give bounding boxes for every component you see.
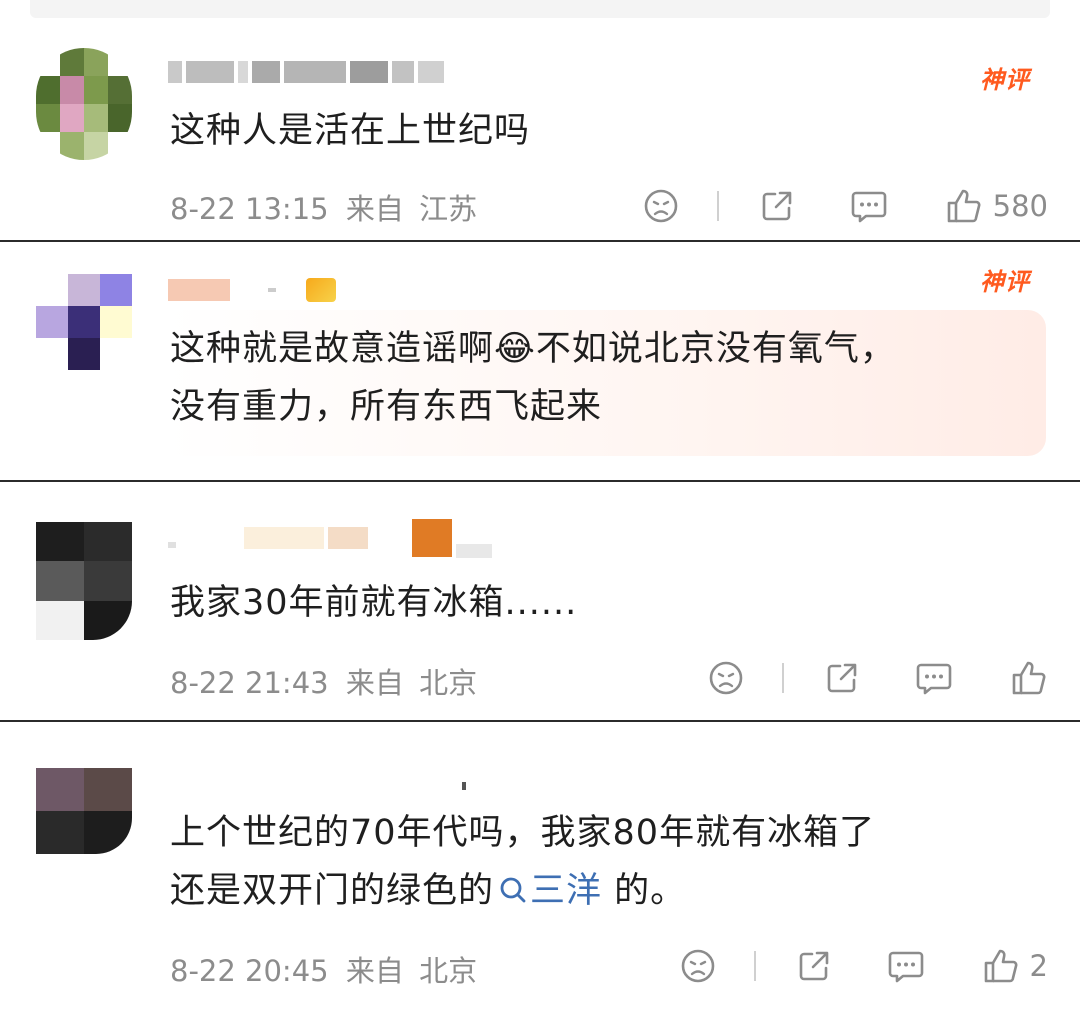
dislike-face-icon	[644, 189, 677, 223]
share-button[interactable]	[822, 660, 862, 696]
share-button[interactable]	[794, 948, 834, 984]
thumb-up-icon	[984, 949, 1018, 983]
like-count: 580	[992, 189, 1048, 223]
comment-date: 8-22 20:45	[170, 954, 329, 988]
dislike-button[interactable]	[641, 188, 681, 224]
separator	[782, 663, 784, 693]
comment-1: 神评 这种人是活在上世纪吗 8-22 13:15 来自 江苏 580	[0, 20, 1080, 240]
comment-text: 我家30年前就有冰箱......	[170, 583, 578, 623]
comment-actions: 2	[678, 946, 1048, 986]
comment-actions	[706, 658, 1048, 698]
comment-text: 上个世纪的70年代吗，我家80年就有冰箱了 还是双开门的绿色的 三洋 的。	[170, 813, 876, 911]
share-icon	[799, 951, 828, 981]
avatar[interactable]	[36, 48, 132, 160]
previous-item-edge	[30, 0, 1050, 18]
comment-text: 这种就是故意造谣啊😂不如说北京没有氧气， 没有重力，所有东西飞起来	[170, 329, 896, 427]
avatar[interactable]	[36, 522, 132, 640]
like-button[interactable]: 580	[945, 187, 1048, 225]
top-edge	[0, 0, 1080, 20]
location: 江苏	[419, 192, 478, 226]
comment-meta: 8-22 20:45 来自 北京	[170, 948, 477, 990]
comment-4: 上个世纪的70年代吗，我家80年就有冰箱了 还是双开门的绿色的 三洋 的。 8-2…	[0, 722, 1080, 1009]
from-label: 来自	[345, 192, 404, 226]
hot-comment-badge: 神评	[980, 66, 1030, 94]
level-badge-icon	[306, 278, 336, 302]
username-blurred[interactable]	[168, 60, 444, 84]
reply-button[interactable]	[849, 188, 889, 224]
dislike-button[interactable]	[678, 948, 718, 984]
comment-meta: 8-22 13:15 来自 江苏	[170, 186, 477, 228]
reply-comment-icon	[916, 663, 952, 695]
from-label: 来自	[345, 954, 404, 988]
comment-date: 8-22 13:15	[170, 192, 329, 226]
reply-comment-icon	[851, 191, 886, 223]
username-blurred[interactable]	[168, 774, 466, 798]
reply-comment-icon	[888, 951, 923, 983]
comment-meta: 8-22 21:43 来自 北京	[170, 660, 477, 702]
like-button[interactable]: 2	[982, 947, 1048, 985]
dislike-face-icon	[709, 661, 743, 695]
thumb-up-icon	[947, 189, 981, 223]
share-icon	[762, 191, 791, 221]
avatar[interactable]	[36, 768, 132, 854]
comment-actions: 580	[641, 186, 1048, 226]
from-label: 来自	[345, 666, 404, 700]
comment-3: 我家30年前就有冰箱...... 8-22 21:43 来自 北京	[0, 482, 1080, 720]
location: 北京	[419, 954, 478, 988]
share-icon	[827, 663, 857, 693]
dislike-face-icon	[681, 949, 714, 983]
separator	[716, 191, 719, 221]
search-icon	[500, 877, 526, 903]
like-button[interactable]	[1010, 659, 1048, 697]
share-button[interactable]	[757, 188, 797, 224]
search-link[interactable]: 三洋	[494, 871, 602, 911]
thumb-up-icon	[1012, 661, 1046, 695]
location: 北京	[419, 666, 478, 700]
dislike-button[interactable]	[706, 660, 746, 696]
reply-button[interactable]	[914, 660, 954, 696]
separator	[753, 951, 756, 981]
like-count: 2	[1029, 949, 1048, 983]
reply-button[interactable]	[886, 948, 926, 984]
avatar[interactable]	[36, 274, 132, 370]
username-blurred[interactable]	[168, 278, 336, 302]
username-blurred[interactable]	[168, 519, 492, 558]
comment-date: 8-22 21:43	[170, 666, 329, 700]
comment-text: 这种人是活在上世纪吗	[170, 111, 531, 151]
hot-comment-badge: 神评	[980, 268, 1030, 296]
